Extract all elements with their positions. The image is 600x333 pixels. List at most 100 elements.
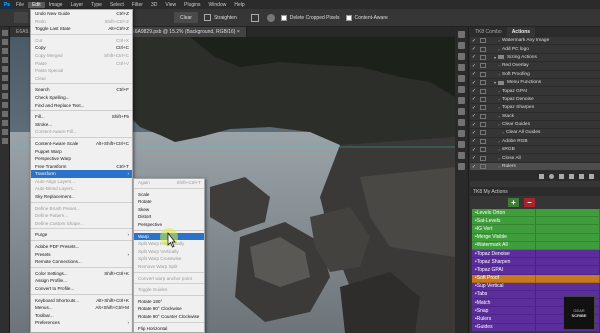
menu-item-scale[interactable]: Scale <box>134 191 204 199</box>
menu-item-define-custom-shape[interactable]: Define Custom Shape... <box>31 220 132 228</box>
checkmark-icon[interactable]: ✓ <box>470 63 478 69</box>
straighten-label[interactable]: Straighten <box>214 15 237 21</box>
menu-layer[interactable]: Layer <box>67 2 88 8</box>
action-row[interactable]: ✓ › Red Overlay <box>470 62 600 71</box>
menu-item-define-brush-preset[interactable]: Define Brush Preset... <box>31 205 132 213</box>
menu-item-find-and-replace-text[interactable]: Find and Replace Text... <box>31 102 132 110</box>
my-action-button-secondary[interactable] <box>536 225 600 234</box>
remove-action-button[interactable]: − <box>524 198 535 207</box>
my-action-button-secondary[interactable] <box>536 282 600 291</box>
action-row[interactable]: ✓ › Add PC logo <box>470 45 600 54</box>
info-icon[interactable] <box>458 119 465 126</box>
paragraph-icon[interactable] <box>458 86 465 93</box>
menu-item-auto-align-layers[interactable]: Auto-Align Layers... <box>31 178 132 186</box>
menu-item-keyboard-shortcuts[interactable]: Keyboard Shortcuts... Alt+Shift+Ctrl+K <box>31 297 132 305</box>
tab-actions[interactable]: Actions <box>506 27 536 37</box>
my-action-button[interactable]: •Sup Vertical <box>472 282 536 291</box>
adjustments-icon[interactable] <box>458 53 465 60</box>
menu-3d[interactable]: 3D <box>147 2 161 8</box>
menu-item-free-transform[interactable]: Free Transform Ctrl+T <box>31 163 132 171</box>
my-action-button[interactable]: •Watermark All <box>472 241 536 250</box>
dialog-toggle-icon[interactable] <box>480 105 486 111</box>
document-tab-active[interactable]: E6A9829.psb @ 15.2% (Background, RGB/16)… <box>125 27 247 37</box>
play-icon[interactable] <box>559 173 564 179</box>
checkmark-icon[interactable]: ✓ <box>470 71 478 77</box>
menu-item-flip-horizontal[interactable]: Flip Horizontal <box>134 325 204 333</box>
menu-item-undo-new-guide[interactable]: Undo New Guide Ctrl+Z <box>31 10 132 18</box>
record-icon[interactable] <box>549 173 554 179</box>
menu-item-fill[interactable]: Fill... Shift+F5 <box>31 113 132 121</box>
checkmark-icon[interactable]: ✓ <box>470 138 478 144</box>
dialog-toggle-icon[interactable] <box>480 46 486 52</box>
menu-item-purge[interactable]: Purge › <box>31 231 132 239</box>
my-action-button[interactable]: •IG Vert <box>472 225 536 234</box>
menu-item-split-warp-vertically[interactable]: Split Warp Vertically <box>134 248 204 256</box>
checkmark-icon[interactable]: ✓ <box>470 113 478 119</box>
delete-cropped-checkbox[interactable] <box>280 14 287 21</box>
eraser-tool-icon[interactable] <box>2 93 8 99</box>
my-action-button-secondary[interactable] <box>536 274 600 283</box>
crop-icon[interactable] <box>458 64 465 71</box>
my-action-button[interactable]: •Soft Proof <box>472 274 536 283</box>
menu-item-puppet-warp[interactable]: Puppet Warp <box>31 148 132 156</box>
brush-settings-icon[interactable] <box>458 75 465 82</box>
my-action-button-secondary[interactable] <box>536 209 600 218</box>
menu-item-presets[interactable]: Presets › <box>31 251 132 259</box>
dialog-toggle-icon[interactable] <box>480 38 486 44</box>
menu-item-skew[interactable]: Skew <box>134 206 204 214</box>
dialog-toggle-icon[interactable] <box>480 122 486 128</box>
menu-view[interactable]: View <box>161 2 180 8</box>
menu-item-copy-merged[interactable]: Copy Merged Shift+Ctrl+C <box>31 52 132 60</box>
action-row[interactable]: ✓ ▾ Menu Functions <box>470 79 600 88</box>
dialog-toggle-icon[interactable] <box>480 130 486 136</box>
checkmark-icon[interactable]: ✓ <box>470 164 478 170</box>
settings-gear-icon[interactable] <box>266 13 275 22</box>
my-action-button[interactable]: •Match <box>472 299 536 308</box>
menu-item-rotate-90-clockwise[interactable]: Rotate 90° Clockwise <box>134 305 204 313</box>
zoom-tool-icon[interactable] <box>2 138 8 144</box>
menu-window[interactable]: Window <box>205 2 231 8</box>
my-action-button[interactable]: •Tabs <box>472 290 536 300</box>
dialog-toggle-icon[interactable] <box>480 138 486 144</box>
menu-item-split-warp-crosswise[interactable]: Split Warp Crosswise <box>134 255 204 263</box>
my-action-button-secondary[interactable] <box>536 241 600 250</box>
menu-item-copy[interactable]: Copy Ctrl+C <box>31 44 132 52</box>
checkmark-icon[interactable]: ✓ <box>470 96 478 102</box>
move-tool-icon[interactable] <box>2 30 8 36</box>
action-row[interactable]: ✓ › Clear Guides <box>470 121 600 130</box>
menu-item-content-aware-scale[interactable]: Content-Aware Scale Alt+Shift+Ctrl+C <box>31 140 132 148</box>
menu-item-toolbar[interactable]: Toolbar... <box>31 312 132 320</box>
layers-icon[interactable] <box>458 163 465 170</box>
action-row[interactable]: ✓ › sRGB <box>470 146 600 155</box>
paths-icon[interactable] <box>458 141 465 148</box>
hand-tool-icon[interactable] <box>2 129 8 135</box>
dialog-toggle-icon[interactable] <box>480 54 486 60</box>
checkmark-icon[interactable]: ✓ <box>470 122 478 128</box>
menu-item-convert-to-profile[interactable]: Convert to Profile... <box>31 285 132 293</box>
menu-item-transform[interactable]: Transform › <box>31 170 132 178</box>
menu-item-define-pattern[interactable]: Define Pattern... <box>31 212 132 220</box>
menu-image[interactable]: Image <box>45 2 67 8</box>
straighten-icon[interactable] <box>203 14 211 21</box>
menu-item-adobe-pdf-presets[interactable]: Adobe PDF Presets... <box>31 243 132 251</box>
history-icon[interactable] <box>458 31 465 38</box>
new-set-icon[interactable] <box>569 173 574 179</box>
character-icon[interactable] <box>458 97 465 104</box>
marquee-tool-icon[interactable] <box>2 39 8 45</box>
menu-filter[interactable]: Filter <box>128 2 147 8</box>
lasso-tool-icon[interactable] <box>2 48 8 54</box>
brush-tool-icon[interactable] <box>2 75 8 81</box>
my-action-button[interactable]: •Topaz Sharpen <box>472 258 536 267</box>
dialog-toggle-icon[interactable] <box>480 63 486 69</box>
menu-item-auto-blend-layers[interactable]: Auto-Blend Layers... <box>31 185 132 193</box>
menu-edit[interactable]: Edit <box>28 1 45 8</box>
dialog-toggle-icon[interactable] <box>480 80 486 86</box>
dialog-toggle-icon[interactable] <box>480 71 486 77</box>
my-action-button[interactable]: •Topaz GPAI <box>472 266 536 275</box>
my-action-button-secondary[interactable] <box>536 217 600 226</box>
menu-item-check-spelling[interactable]: Check Spelling... <box>31 94 132 102</box>
crop-tool-icon[interactable] <box>14 12 28 23</box>
trash-icon[interactable] <box>589 173 594 179</box>
action-row[interactable]: ✓ › Watermark Any Image <box>470 37 600 46</box>
menu-item-toggle-guides[interactable]: Toggle Guides <box>134 286 204 294</box>
